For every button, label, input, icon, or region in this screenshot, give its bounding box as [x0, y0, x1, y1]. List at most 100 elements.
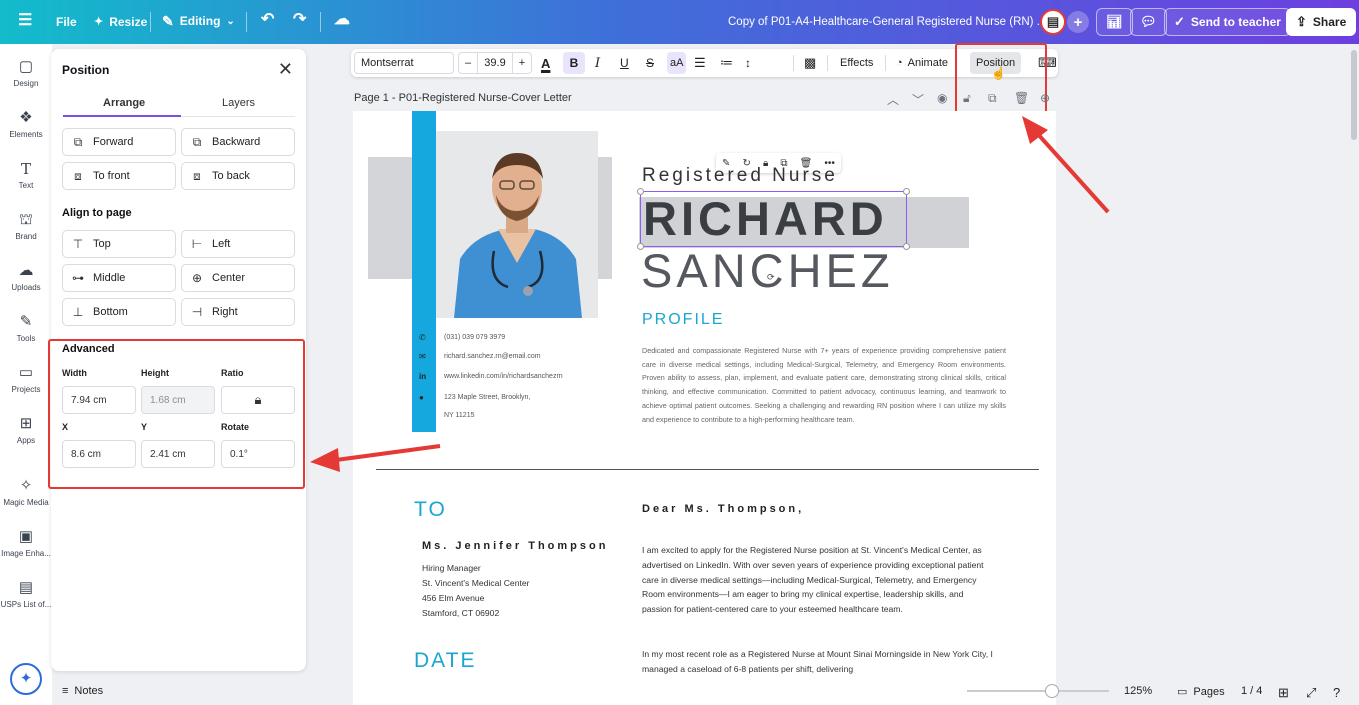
resize-button[interactable]: ✦ Resize — [94, 15, 147, 29]
zoom-slider-thumb[interactable] — [1045, 684, 1060, 698]
text-icon: T — [20, 160, 31, 178]
align-middle-button[interactable]: ⊶ Middle — [62, 264, 176, 292]
rail-uploads[interactable]: ☁ Uploads — [0, 262, 52, 292]
editing-label: Editing — [179, 14, 221, 28]
pages-button[interactable]: ▭ Pages — [1177, 685, 1225, 699]
align-bottom-button[interactable]: ⊥ Bottom — [62, 298, 176, 326]
to-front-button[interactable]: ⧈ To front — [62, 162, 176, 190]
effects-button[interactable]: Effects — [840, 49, 873, 77]
help-icon[interactable]: ? — [1333, 685, 1340, 700]
undo-icon: ↶ — [261, 11, 275, 28]
align-left-label: Left — [212, 238, 231, 250]
close-icon[interactable]: ✕ — [278, 59, 293, 80]
cursor-icon: ☝ — [991, 66, 1006, 80]
font-size-input[interactable]: 39.9 — [477, 52, 513, 74]
usps-list-icon: ▤ — [18, 579, 34, 596]
animate-button[interactable]: ◔ Animate — [896, 49, 948, 77]
vertical-scrollbar[interactable] — [1351, 50, 1357, 140]
rail-design[interactable]: ▢ Design — [0, 58, 52, 88]
rail-apps[interactable]: ⊞ Apps — [0, 415, 52, 445]
strikethrough-button[interactable]: S — [646, 49, 654, 77]
undo-button[interactable]: ↶ — [261, 12, 274, 28]
align-left-button[interactable]: ⊢ Left — [181, 230, 295, 258]
cloud-save-icon[interactable]: ☁ — [334, 12, 350, 28]
rail-usps-list[interactable]: ▤ USPs List of... — [0, 579, 52, 609]
rail-magic-media[interactable]: ✧ Magic Media — [0, 477, 52, 507]
zoom-slider-track[interactable] — [967, 690, 1109, 692]
rail-text[interactable]: T Text — [0, 160, 52, 190]
text-color-icon[interactable]: A — [541, 49, 550, 77]
share-button[interactable]: ⇪ Share — [1286, 8, 1357, 36]
to-back-button[interactable]: ⧈ To back — [181, 162, 295, 190]
align-bottom-icon: ⊥ — [72, 305, 84, 319]
document-title[interactable]: Copy of P01-A4-Healthcare-General Regist… — [728, 16, 1046, 28]
chart-icon: 📊︎ — [1106, 14, 1123, 29]
size-decrease-button[interactable]: – — [459, 57, 477, 69]
insights-button[interactable]: 📊︎ — [1096, 8, 1133, 36]
align-top-button[interactable]: ⊤ Top — [62, 230, 176, 258]
width-label: Width — [62, 368, 87, 378]
rail-label: Text — [18, 181, 34, 190]
comments-button[interactable]: ▤ — [1040, 9, 1066, 35]
panel-title: Position — [62, 63, 110, 77]
align-middle-icon: ⊶ — [72, 271, 84, 285]
to-back-icon: ⧈ — [193, 168, 201, 183]
rotate-input[interactable]: 0.1° — [221, 440, 295, 468]
bold-button[interactable]: B — [563, 52, 585, 74]
x-input[interactable]: 8.6 cm — [62, 440, 136, 468]
tab-arrange[interactable]: Arrange — [103, 97, 145, 109]
height-input[interactable]: 1.68 cm — [141, 386, 215, 414]
magic-media-icon: ✧ — [19, 477, 33, 494]
divider — [246, 12, 247, 32]
zoom-level[interactable]: 125% — [1124, 685, 1152, 697]
tab-layers[interactable]: Layers — [222, 97, 255, 109]
align-right-label: Right — [212, 306, 238, 318]
add-collaborator-button[interactable]: + — [1067, 11, 1089, 33]
letter-paragraph-2: In my most recent role as a Registered N… — [642, 649, 993, 674]
underline-button[interactable]: U — [620, 49, 629, 77]
editing-dropdown[interactable]: ✎ Editing ⌄ — [162, 14, 235, 28]
list-icon[interactable]: ≔ — [720, 49, 733, 77]
chevron-down-icon: ⌄ — [226, 15, 235, 27]
comment-button[interactable]: 💬︎ — [1130, 8, 1167, 36]
width-input[interactable]: 7.94 cm — [62, 386, 136, 414]
align-text-icon[interactable]: ☰ — [694, 49, 706, 77]
size-increase-button[interactable]: + — [513, 57, 531, 69]
backward-button[interactable]: ⧉ Backward — [181, 128, 295, 156]
font-family-select[interactable]: Montserrat — [354, 52, 454, 74]
advanced-heading: Advanced — [62, 343, 115, 355]
grid-view-icon[interactable]: ⊞ — [1278, 685, 1289, 701]
active-tab-indicator — [63, 115, 181, 117]
transparency-icon[interactable]: ▩ — [804, 49, 816, 77]
send-to-teacher-button[interactable]: ✓ Send to teacher — [1164, 8, 1291, 36]
rail-tools[interactable]: ✎ Tools — [0, 313, 52, 343]
letter-case-button[interactable]: aA — [667, 52, 687, 74]
fullscreen-icon[interactable]: ⤢ — [1306, 685, 1316, 701]
rail-label: Image Enha... — [1, 549, 51, 558]
rail-label: Uploads — [11, 283, 41, 292]
notes-button[interactable]: ≡ Notes — [62, 685, 103, 697]
rail-image-enhancer[interactable]: ▣ Image Enha... — [0, 528, 52, 558]
y-input[interactable]: 2.41 cm — [141, 440, 215, 468]
page-count[interactable]: 1 / 4 — [1241, 685, 1262, 697]
image-enhancer-icon: ▣ — [18, 528, 34, 545]
rail-label: Brand — [15, 232, 37, 241]
italic-button[interactable]: I — [595, 49, 600, 77]
rail-elements[interactable]: ❖ Elements — [0, 109, 52, 139]
align-center-button[interactable]: ⊕ Center — [181, 264, 295, 292]
to-heading: TO — [414, 498, 447, 521]
redo-button[interactable]: ↷ — [293, 12, 306, 28]
align-right-button[interactable]: ⊣ Right — [181, 298, 295, 326]
rail-brand[interactable]: ⛫ Brand — [0, 211, 52, 241]
align-center-label: Center — [212, 272, 246, 284]
spacing-icon[interactable]: ↕ — [745, 49, 751, 77]
recipient-city: Stamford, CT 06902 — [422, 608, 500, 618]
file-menu[interactable]: File — [56, 15, 77, 29]
menu-icon[interactable]: ☰ — [18, 13, 32, 29]
divider — [320, 12, 321, 32]
arrow-head — [310, 448, 340, 472]
rail-projects[interactable]: ▭ Projects — [0, 364, 52, 394]
font-size-control[interactable]: – 39.9 + — [458, 52, 532, 74]
forward-button[interactable]: ⧉ Forward — [62, 128, 176, 156]
ratio-lock-button[interactable]: 🔒︎ — [221, 386, 295, 414]
